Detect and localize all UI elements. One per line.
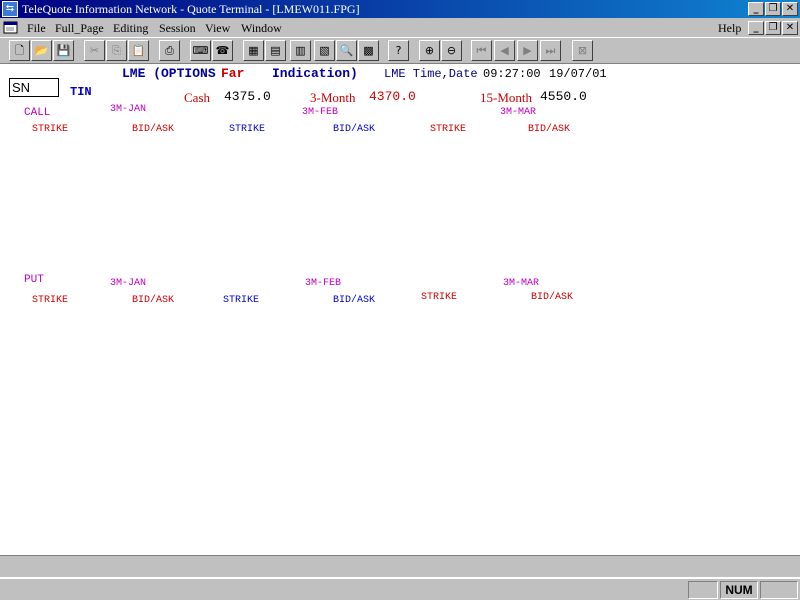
first-icon[interactable]: ⏮	[471, 40, 492, 61]
document-icon[interactable]	[3, 19, 19, 35]
menu-editing[interactable]: Editing	[113, 21, 148, 36]
zoom-out-icon[interactable]: ⊖	[441, 40, 462, 61]
menu-full-page[interactable]: Full_Page	[55, 21, 104, 36]
call-month-mar: 3M-MAR	[500, 107, 537, 118]
put-month-mar: 3M-MAR	[503, 278, 540, 289]
time-value: 09:27:00	[483, 67, 541, 81]
next-icon[interactable]: ▶	[517, 40, 538, 61]
close-button[interactable]: ✕	[782, 2, 798, 16]
keyboard-icon[interactable]: ⌨	[190, 40, 211, 61]
grid-icon[interactable]: ▦	[243, 40, 264, 61]
command-bar	[0, 555, 800, 577]
date-value: 19/07/01	[549, 67, 607, 81]
put-strike-2: STRIKE	[223, 295, 260, 306]
put-bidask-2: BID/ASK	[333, 295, 376, 306]
symbol-input[interactable]: SN	[9, 78, 59, 97]
menu-bar: File Full_Page Editing Session View Wind…	[0, 18, 800, 37]
fifteen-month-value: 4550.0	[540, 89, 587, 104]
doc-minimize-button[interactable]: _	[748, 21, 764, 35]
table-icon[interactable]: ▩	[358, 40, 379, 61]
chart-icon[interactable]: ▥	[290, 40, 311, 61]
put-month-feb: 3M-FEB	[305, 278, 342, 289]
menu-window[interactable]: Window	[241, 21, 282, 36]
menu-help[interactable]: Help	[718, 21, 741, 36]
menu-session[interactable]: Session	[159, 21, 196, 36]
close-page-icon[interactable]: ⊠	[572, 40, 593, 61]
metal-label: TIN	[70, 85, 92, 99]
quote-page: SN TIN LME (OPTIONS Far Indication) LME …	[0, 64, 800, 555]
minimize-button[interactable]: _	[748, 2, 764, 16]
page-title-indication: Indication)	[272, 66, 358, 81]
call-strike-2: STRIKE	[229, 124, 266, 135]
help-icon[interactable]: ?	[388, 40, 409, 61]
put-bidask-3: BID/ASK	[531, 292, 574, 303]
status-panel-caps	[688, 581, 718, 599]
page-title: LME (OPTIONS	[122, 66, 216, 81]
call-strike-1: STRIKE	[32, 124, 69, 135]
menu-view[interactable]: View	[205, 21, 230, 36]
three-month-label: 3-Month	[310, 90, 356, 105]
call-bidask-2: BID/ASK	[333, 124, 376, 135]
print-icon[interactable]: ⎙	[159, 40, 180, 61]
phone-icon[interactable]: ☎	[212, 40, 233, 61]
prev-icon[interactable]: ◀	[494, 40, 515, 61]
three-month-value: 4370.0	[369, 89, 416, 104]
time-label: LME Time,Date	[384, 67, 478, 81]
menu-file[interactable]: File	[27, 21, 46, 36]
calc-icon[interactable]: ▤	[265, 40, 286, 61]
cash-value: 4375.0	[224, 89, 271, 104]
cut-icon[interactable]: ✂	[84, 40, 105, 61]
doc-restore-button[interactable]: ❐	[765, 21, 781, 35]
search-doc-icon[interactable]: 🔍	[336, 40, 357, 61]
call-label: CALL	[24, 107, 51, 119]
page-title-far: Far	[221, 66, 245, 81]
put-label: PUT	[24, 274, 44, 286]
live-icon[interactable]: ▧	[314, 40, 335, 61]
put-strike-1: STRIKE	[32, 295, 69, 306]
status-panel-scroll	[760, 581, 798, 599]
cash-label: Cash	[184, 90, 210, 105]
call-month-jan: 3M-JAN	[110, 104, 147, 115]
toolbar: 🗋 📂 💾 ✂ ⎘ 📋 ⎙ ⌨ ☎ ▦ ▤ ▥ ▧ 🔍 ▩ ? ⊕ ⊖ ⏮ ◀ …	[0, 37, 800, 64]
put-bidask-1: BID/ASK	[132, 295, 175, 306]
open-icon[interactable]: 📂	[31, 40, 52, 61]
restore-button[interactable]: ❐	[765, 2, 781, 16]
call-bidask-1: BID/ASK	[132, 124, 175, 135]
call-strike-3: STRIKE	[430, 124, 467, 135]
save-icon[interactable]: 💾	[53, 40, 74, 61]
doc-close-button[interactable]: ✕	[782, 21, 798, 35]
put-month-jan: 3M-JAN	[110, 278, 147, 289]
paste-icon[interactable]: 📋	[128, 40, 149, 61]
app-icon[interactable]: ⇆	[2, 1, 18, 17]
status-num: NUM	[720, 581, 758, 599]
call-bidask-3: BID/ASK	[528, 124, 571, 135]
window-title: TeleQuote Information Network - Quote Te…	[22, 2, 360, 16]
copy-icon[interactable]: ⎘	[106, 40, 127, 61]
new-icon[interactable]: 🗋	[9, 40, 30, 61]
fifteen-month-label: 15-Month	[480, 90, 532, 105]
title-bar: ⇆ TeleQuote Information Network - Quote …	[0, 0, 800, 18]
last-icon[interactable]: ⏭	[540, 40, 561, 61]
call-month-feb: 3M-FEB	[302, 107, 339, 118]
zoom-in-icon[interactable]: ⊕	[419, 40, 440, 61]
put-strike-3: STRIKE	[421, 292, 458, 303]
status-bar: NUM	[0, 578, 800, 600]
